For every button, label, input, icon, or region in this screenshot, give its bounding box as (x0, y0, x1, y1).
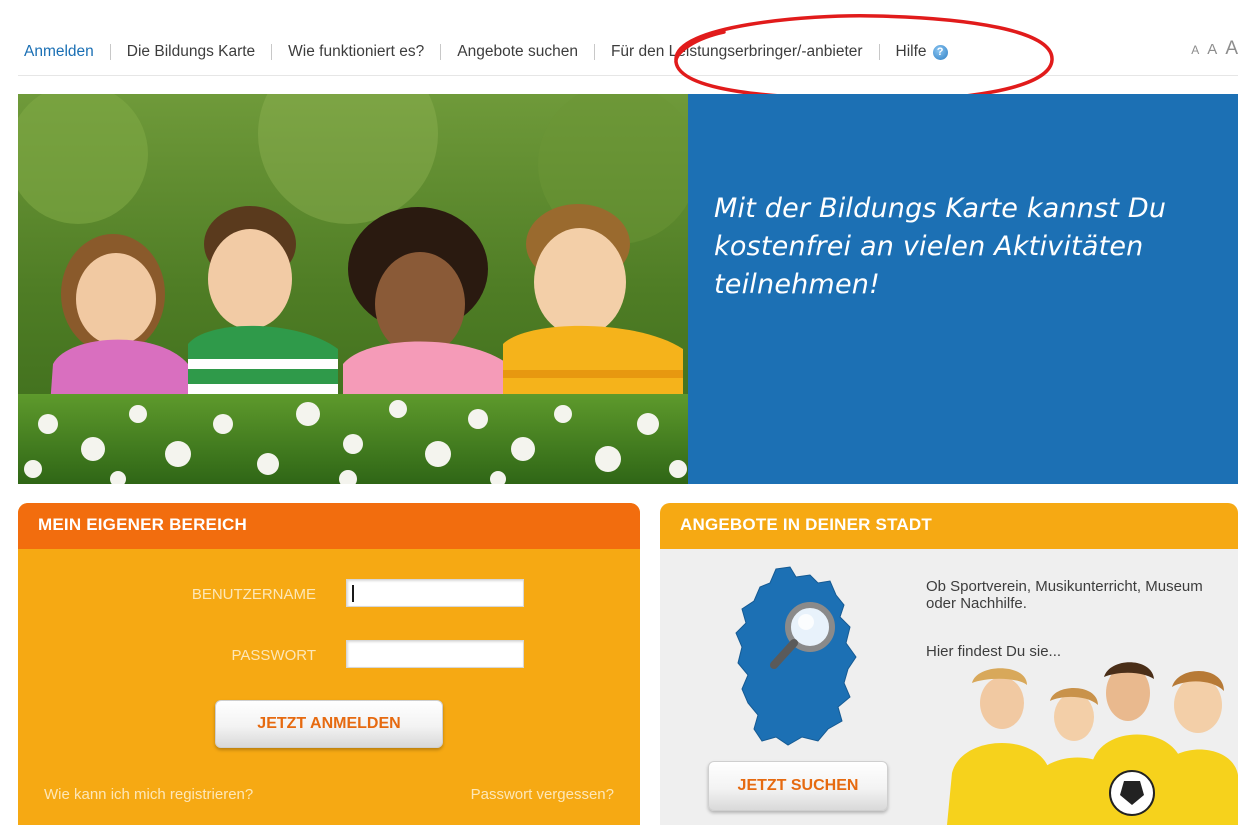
nav-menu: Anmelden Die Bildungs Karte Wie funktion… (24, 43, 948, 61)
forgot-password-link[interactable]: Passwort vergessen? (471, 786, 614, 803)
username-label: BENUTZERNAME (191, 586, 316, 603)
nav-item-bildungs-karte[interactable]: Die Bildungs Karte (127, 43, 255, 61)
nav-item-leistungserbringer[interactable]: Für den Leistungserbringer/-anbieter (611, 43, 863, 61)
nav-separator (271, 44, 273, 60)
font-size-large-button[interactable]: A (1225, 38, 1238, 60)
offers-description: Ob Sportverein, Musikunterricht, Museum … (926, 578, 1203, 612)
username-row: BENUTZERNAME (18, 579, 640, 609)
sports-kids-photo (932, 653, 1238, 825)
password-row: PASSWORT (18, 640, 640, 670)
top-navigation: Anmelden Die Bildungs Karte Wie funktion… (0, 28, 1250, 76)
font-size-small-button[interactable]: A (1191, 43, 1199, 57)
password-label: PASSWORT (231, 647, 316, 664)
offers-panel: ANGEBOTE IN DEINER STADT Ob Sportverein,… (660, 503, 1238, 825)
nav-item-anmelden[interactable]: Anmelden (24, 43, 94, 61)
text-caret (352, 585, 354, 602)
nav-separator (440, 44, 442, 60)
nav-item-wie-funktioniert[interactable]: Wie funktioniert es? (288, 43, 424, 61)
hero-children-photo (18, 94, 688, 484)
font-size-medium-button[interactable]: A (1207, 41, 1217, 58)
nav-divider (18, 75, 1238, 76)
nav-separator (109, 44, 111, 60)
nav-item-hilfe[interactable]: Hilfe ? (896, 43, 948, 61)
login-button[interactable]: JETZT ANMELDEN (215, 700, 443, 748)
nav-item-angebote-suchen[interactable]: Angebote suchen (457, 43, 578, 61)
nav-separator (593, 44, 595, 60)
username-input[interactable] (346, 579, 524, 607)
nav-item-hilfe-label: Hilfe (895, 43, 927, 60)
hero-banner: Mit der Bildungs Karte kannst Du kostenf… (18, 94, 1238, 484)
help-icon[interactable]: ? (932, 44, 948, 60)
font-size-switcher: A A A (1191, 38, 1238, 60)
password-input[interactable] (346, 640, 524, 668)
germany-map-icon (718, 565, 868, 755)
offers-panel-title: ANGEBOTE IN DEINER STADT (660, 503, 1238, 549)
search-button[interactable]: JETZT SUCHEN (708, 761, 888, 811)
hero-tagline: Mit der Bildungs Karte kannst Du kostenf… (714, 193, 1167, 300)
login-panel-title: MEIN EIGENER BEREICH (18, 503, 640, 549)
register-link[interactable]: Wie kann ich mich registrieren? (44, 786, 253, 803)
hero-tagline-panel: Mit der Bildungs Karte kannst Du kostenf… (688, 94, 1238, 484)
login-panel: MEIN EIGENER BEREICH BENUTZERNAME PASSWO… (18, 503, 640, 825)
nav-separator (878, 44, 880, 60)
